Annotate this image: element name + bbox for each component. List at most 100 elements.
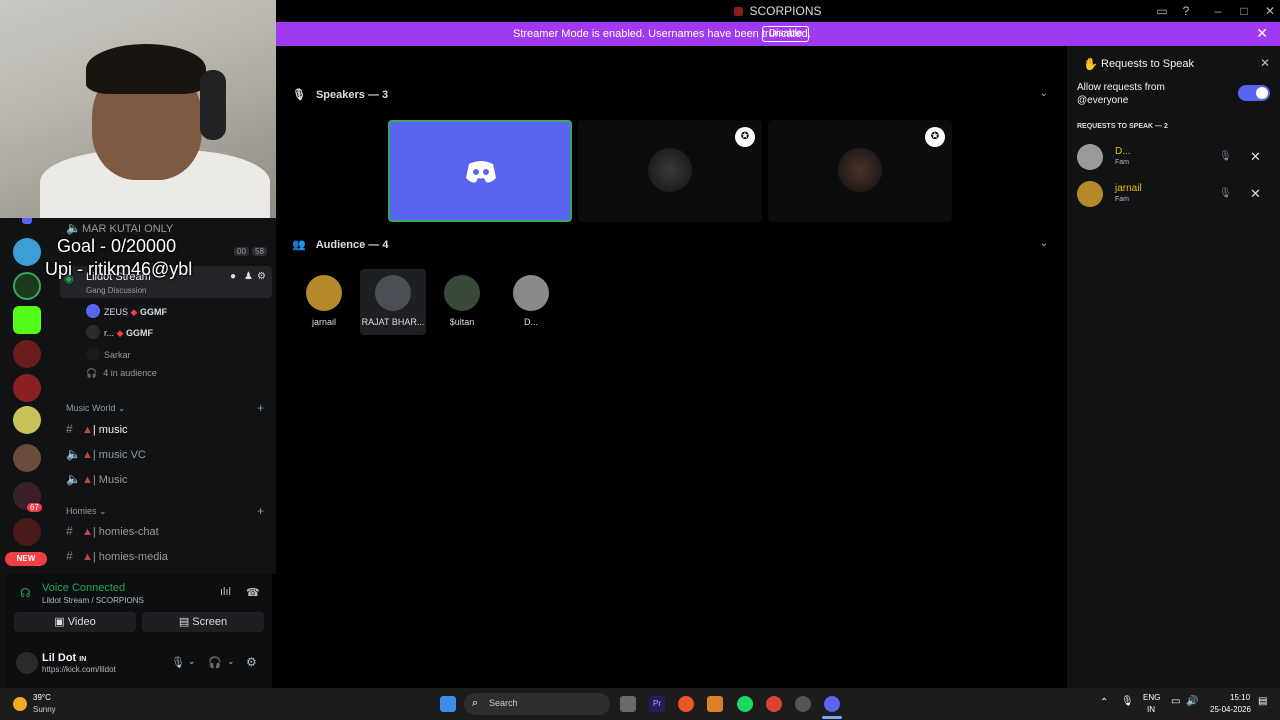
speaker-tile-1[interactable] xyxy=(388,120,572,222)
server-icon-7[interactable] xyxy=(13,444,41,472)
audience-avatar xyxy=(444,275,480,311)
fl-studio-icon[interactable] xyxy=(707,696,723,712)
server-icon-9[interactable] xyxy=(13,518,41,546)
collapse-audience-icon[interactable]: ⌄ xyxy=(1040,238,1048,249)
chevron-up-icon[interactable]: ⌃ xyxy=(1100,697,1108,708)
category-music-world[interactable]: Music World ⌄ xyxy=(66,403,125,414)
disconnect-icon[interactable]: ☎ xyxy=(246,586,260,599)
screen-icon: ▤ xyxy=(178,616,193,628)
soundboard-icon[interactable]: ılıl xyxy=(220,586,231,598)
webcam-headset xyxy=(200,70,226,140)
requests-section-header: REQUESTS TO SPEAK — 2 xyxy=(1077,123,1168,130)
requester-name[interactable]: D... xyxy=(1115,146,1131,157)
server-icon-4[interactable] xyxy=(13,340,41,368)
audience-member[interactable]: jarnail xyxy=(291,275,357,335)
channel-music-vc[interactable]: 🔈▲| music VC xyxy=(66,447,146,461)
search-icon: ⌕ xyxy=(472,697,479,709)
server-icon-2[interactable] xyxy=(13,272,41,300)
microphone-tray-icon[interactable]: 🎙 xyxy=(1121,696,1134,707)
premiere-pro-icon[interactable]: Pr xyxy=(649,696,665,712)
add-channel-icon[interactable]: + xyxy=(257,504,264,518)
weather-sun-icon[interactable] xyxy=(13,697,27,711)
notification-icon[interactable]: ▤ xyxy=(1258,696,1267,707)
title-bar: SCORPIONS ▭ ? – □ ✕ xyxy=(276,0,1280,22)
server-icon-1[interactable] xyxy=(13,238,41,266)
close-panel-icon[interactable]: ✕ xyxy=(1260,56,1270,70)
channel-mar-kutai[interactable]: 🔈MAR KUTAI ONLY xyxy=(66,221,173,235)
spotify-icon[interactable] xyxy=(737,696,753,712)
audience-icon: 👥 xyxy=(292,239,306,251)
clock-date[interactable]: 25-04-2026 xyxy=(1210,705,1251,714)
video-button[interactable]: ▣ Video xyxy=(14,612,136,632)
speaker-row[interactable]: Sarkar xyxy=(86,347,131,361)
invite-icon[interactable]: ♟ xyxy=(244,271,253,282)
discord-taskbar-icon[interactable] xyxy=(824,696,840,712)
server-icon-5[interactable] xyxy=(13,374,41,402)
microphone-icon[interactable]: 🎙 xyxy=(171,656,185,669)
audience-member[interactable]: $ultan xyxy=(429,275,495,335)
channel-homies-media[interactable]: # ▲| homies-media xyxy=(66,549,168,563)
minimize-button[interactable]: – xyxy=(1210,3,1226,19)
clock-time[interactable]: 15:10 xyxy=(1230,693,1250,702)
taskbar-search[interactable]: ⌕ Search xyxy=(464,693,610,715)
close-window-button[interactable]: ✕ xyxy=(1262,3,1278,19)
inbox-icon[interactable]: ▭ xyxy=(1154,3,1170,19)
invite-to-speak-icon[interactable]: 🎙 xyxy=(1219,188,1232,199)
start-windows-icon[interactable] xyxy=(440,696,456,712)
allow-requests-toggle[interactable] xyxy=(1238,85,1270,101)
requester-name[interactable]: jarnail xyxy=(1115,183,1142,194)
voice-status[interactable]: Voice Connected xyxy=(42,582,125,594)
add-channel-icon[interactable]: + xyxy=(257,401,264,415)
user-avatar[interactable] xyxy=(16,652,38,674)
speaker-row[interactable]: r... ◆ GGMF xyxy=(86,325,153,339)
language-bottom[interactable]: IN xyxy=(1147,705,1155,714)
headphones-icon[interactable]: 🎧 xyxy=(208,656,222,669)
raised-hand-icon: ✋ xyxy=(1083,57,1098,71)
speaker-row[interactable]: ZEUS ◆ GGMF xyxy=(86,304,167,318)
audience-member[interactable]: D... xyxy=(498,275,564,335)
audience-count-row[interactable]: 🎧 4 in audience xyxy=(86,368,157,379)
user-settings-icon[interactable]: ⚙ xyxy=(246,655,257,669)
maximize-button[interactable]: □ xyxy=(1236,3,1252,19)
language-top[interactable]: ENG xyxy=(1143,693,1160,702)
server-logo-icon xyxy=(734,7,744,16)
signal-icon[interactable]: ☊ xyxy=(20,586,31,600)
chrome-icon[interactable] xyxy=(766,696,782,712)
channel-label: | music xyxy=(92,424,128,436)
close-banner-icon[interactable]: ✕ xyxy=(1256,25,1268,42)
stage-topic: Gang Discussion xyxy=(86,286,147,295)
user-name[interactable]: Lil Dot IN xyxy=(42,652,86,664)
channel-homies-chat[interactable]: # ▲| homies-chat xyxy=(66,524,159,538)
dismiss-request-icon[interactable]: ✕ xyxy=(1250,149,1261,165)
collapse-speakers-icon[interactable]: ⌄ xyxy=(1040,88,1048,99)
screen-share-button[interactable]: ▤ Screen xyxy=(142,612,264,632)
chat-icon[interactable]: ● xyxy=(230,271,236,282)
kick-server-icon[interactable] xyxy=(13,306,41,334)
firefox-icon[interactable] xyxy=(678,696,694,712)
requester-avatar[interactable] xyxy=(1077,181,1103,207)
obs-icon[interactable] xyxy=(795,696,811,712)
audience-member[interactable]: RAJAT BHAR... xyxy=(360,269,426,335)
chevron-down-icon[interactable]: ⌄ xyxy=(188,656,196,667)
volume-icon[interactable]: 🔊 xyxy=(1186,696,1198,707)
channel-music[interactable]: # ▲| music xyxy=(66,422,128,436)
help-icon[interactable]: ? xyxy=(1178,3,1194,19)
speaker-tile-3[interactable]: ✪ xyxy=(768,120,952,222)
speakers-section-header: 🎙 Speakers — 3 xyxy=(292,88,388,101)
server-icon-6[interactable] xyxy=(13,406,41,434)
dismiss-request-icon[interactable]: ✕ xyxy=(1250,186,1261,202)
invite-to-speak-icon[interactable]: 🎙 xyxy=(1219,151,1232,162)
category-homies[interactable]: Homies ⌄ xyxy=(66,506,107,517)
speaker-tile-2[interactable]: ✪ xyxy=(578,120,762,222)
chevron-down-icon[interactable]: ⌄ xyxy=(227,656,235,667)
requester-avatar[interactable] xyxy=(1077,144,1103,170)
voice-location[interactable]: Lildot Stream / SCORPIONS xyxy=(42,596,144,605)
network-icon[interactable]: ▭ xyxy=(1171,696,1180,707)
task-view-icon[interactable] xyxy=(620,696,636,712)
settings-icon[interactable]: ⚙ xyxy=(257,271,266,282)
channel-music-voice[interactable]: 🔈▲| Music xyxy=(66,472,128,486)
channel-label: | homies-media xyxy=(92,551,168,563)
weather-temp[interactable]: 39°C xyxy=(33,693,51,702)
disable-streamer-mode-button[interactable]: Disable xyxy=(762,26,810,42)
weather-desc[interactable]: Sunny xyxy=(33,705,56,714)
